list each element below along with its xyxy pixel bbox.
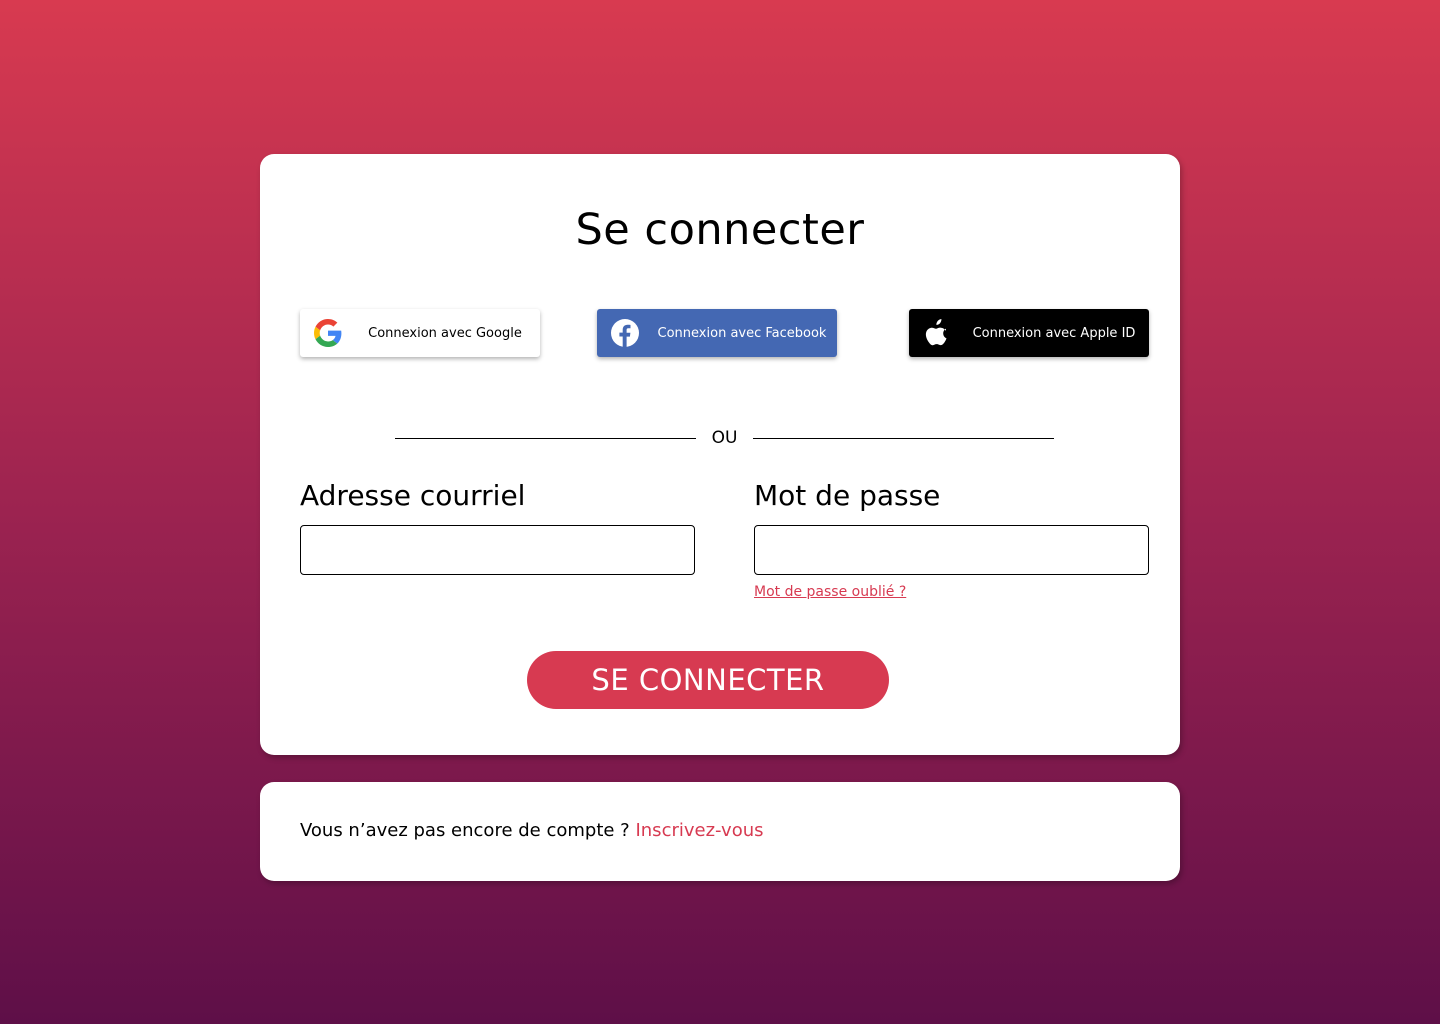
divider-text: OU	[711, 428, 738, 448]
email-label: Adresse courriel	[300, 479, 526, 512]
password-field[interactable]	[754, 525, 1149, 575]
facebook-login-button[interactable]: Connexion avec Facebook	[597, 309, 837, 357]
login-submit-button[interactable]: SE CONNECTER	[527, 651, 889, 709]
password-label: Mot de passe	[754, 479, 941, 512]
google-logo-icon	[300, 319, 356, 347]
signup-card: Vous n’avez pas encore de compte ? Inscr…	[260, 782, 1180, 881]
facebook-login-label: Connexion avec Facebook	[657, 325, 827, 341]
apple-login-button[interactable]: Connexion avec Apple ID	[909, 309, 1149, 357]
facebook-logo-icon	[597, 319, 653, 347]
forgot-password-link[interactable]: Mot de passe oublié ?	[754, 584, 906, 600]
signup-link[interactable]: Inscrivez-vous	[635, 820, 763, 841]
google-login-label: Connexion avec Google	[368, 325, 522, 341]
login-card: Se connecter Connexion avec Google Conne…	[260, 154, 1180, 755]
apple-logo-icon	[909, 319, 965, 347]
page-title: Se connecter	[575, 205, 865, 255]
email-field[interactable]	[300, 525, 695, 575]
divider-line-right	[753, 437, 1055, 439]
google-login-button[interactable]: Connexion avec Google	[300, 309, 540, 357]
signup-prompt-text: Vous n’avez pas encore de compte ?	[300, 820, 636, 841]
apple-login-label: Connexion avec Apple ID	[972, 325, 1136, 341]
or-divider: OU	[395, 428, 1055, 448]
divider-line-left	[395, 437, 696, 439]
signup-prompt: Vous n’avez pas encore de compte ? Inscr…	[300, 820, 764, 841]
